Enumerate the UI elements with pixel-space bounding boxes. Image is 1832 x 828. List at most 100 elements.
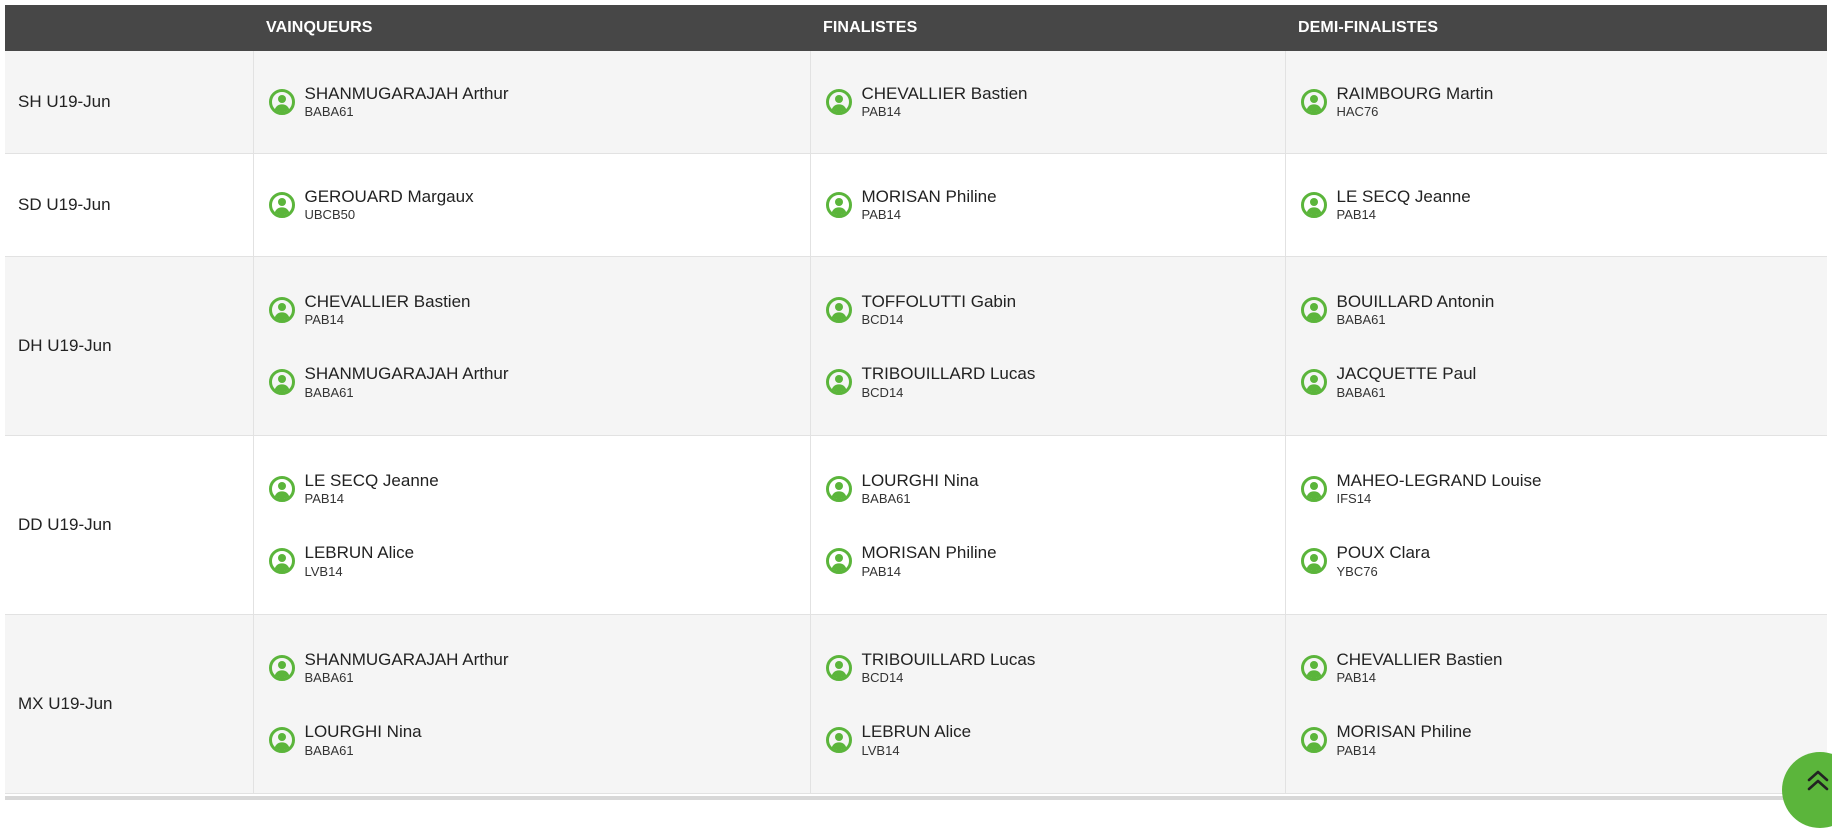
player-club: PAB14 — [1336, 742, 1377, 758]
player-name[interactable]: CHEVALLIER Bastien — [862, 84, 1028, 104]
player-name[interactable]: CHEVALLIER Bastien — [1337, 650, 1503, 670]
player-text: MORISAN Philine PAB14 — [862, 543, 997, 579]
player-text: MORISAN Philine PAB14 — [1337, 722, 1472, 758]
table-row: SH U19-Jun SHANMUGARAJAH Arthur BABA61 CHEV… — [5, 51, 1827, 154]
player-entry[interactable]: LOURGHI Nina BABA61 — [824, 461, 1285, 517]
player-entry[interactable]: SHANMUGARAJAH Arthur BABA61 — [267, 640, 810, 696]
player-entry[interactable]: CHEVALLIER Bastien PAB14 — [267, 282, 810, 338]
player-entry[interactable]: TOFFOLUTTI Gabin BCD14 — [824, 282, 1285, 338]
player-name[interactable]: LEBRUN Alice — [305, 543, 415, 563]
user-circle-icon — [269, 297, 295, 323]
player-club: BABA61 — [304, 742, 354, 758]
player-name[interactable]: LE SECQ Jeanne — [1337, 187, 1471, 207]
player-entry[interactable]: LOURGHI Nina BABA61 — [267, 712, 810, 768]
semifinalists-cell: CHEVALLIER Bastien PAB14 MORISAN Philine PA… — [1285, 614, 1828, 794]
player-entry[interactable]: LEBRUN Alice LVB14 — [824, 712, 1285, 768]
player-name[interactable]: MORISAN Philine — [862, 187, 997, 207]
player-text: JACQUETTE Paul BABA61 — [1337, 364, 1477, 400]
table-body: SH U19-Jun SHANMUGARAJAH Arthur BABA61 CHEV… — [5, 51, 1827, 794]
player-entry[interactable]: SHANMUGARAJAH Arthur BABA61 — [267, 354, 810, 410]
player-entry[interactable]: MORISAN Philine PAB14 — [1299, 712, 1828, 768]
player-entry[interactable]: LEBRUN Alice LVB14 — [267, 533, 810, 589]
user-circle-icon — [826, 727, 852, 753]
table-row: SD U19-Jun GEROUARD Margaux UBCB50 MORISAN … — [5, 153, 1828, 257]
player-name[interactable]: TOFFOLUTTI Gabin — [862, 292, 1017, 312]
user-circle-icon — [826, 548, 852, 574]
player-entry[interactable]: GEROUARD Margaux UBCB50 — [267, 177, 810, 233]
player-text: SHANMUGARAJAH Arthur BABA61 — [305, 364, 509, 400]
player-name[interactable]: JACQUETTE Paul — [1337, 364, 1477, 384]
player-name[interactable]: TRIBOUILLARD Lucas — [862, 364, 1036, 384]
player-club: BABA61 — [304, 104, 354, 120]
player-entry[interactable]: MORISAN Philine PAB14 — [824, 533, 1285, 589]
player-club: BCD14 — [861, 670, 904, 686]
user-circle-icon — [1301, 192, 1327, 218]
winners-cell: SHANMUGARAJAH Arthur BABA61 — [253, 51, 811, 154]
player-entry[interactable]: RAIMBOURG Martin HAC76 — [1299, 74, 1828, 130]
player-text: MAHEO-LEGRAND Louise IFS14 — [1337, 471, 1542, 507]
user-circle-icon — [269, 655, 295, 681]
player-text: LE SECQ Jeanne PAB14 — [1337, 187, 1471, 223]
player-name[interactable]: LOURGHI Nina — [305, 722, 422, 742]
player-club: PAB14 — [861, 104, 902, 120]
player-entry[interactable]: CHEVALLIER Bastien PAB14 — [1299, 640, 1828, 696]
player-name[interactable]: SHANMUGARAJAH Arthur — [305, 84, 509, 104]
player-name[interactable]: LEBRUN Alice — [862, 722, 972, 742]
player-entry[interactable]: MORISAN Philine PAB14 — [824, 177, 1285, 233]
player-club: PAB14 — [304, 312, 345, 328]
header-winners: VAINQUEURS — [253, 5, 810, 51]
player-entry[interactable]: TRIBOUILLARD Lucas BCD14 — [824, 354, 1285, 410]
player-name[interactable]: MORISAN Philine — [862, 543, 997, 563]
header-finalists: FINALISTES — [810, 5, 1285, 51]
player-text: BOUILLARD Antonin BABA61 — [1337, 292, 1495, 328]
user-circle-icon — [1301, 548, 1327, 574]
player-club: PAB14 — [861, 207, 902, 223]
user-circle-icon — [269, 476, 295, 502]
player-name[interactable]: BOUILLARD Antonin — [1337, 292, 1495, 312]
player-club: BABA61 — [304, 384, 354, 400]
semifinalists-cell: BOUILLARD Antonin BABA61 JACQUETTE Paul BAB… — [1285, 256, 1828, 436]
player-text: LOURGHI Nina BABA61 — [862, 471, 979, 507]
category-cell: MX U19-Jun — [5, 614, 254, 794]
player-entry[interactable]: JACQUETTE Paul BABA61 — [1299, 354, 1828, 410]
player-text: LE SECQ Jeanne PAB14 — [305, 471, 439, 507]
semifinalists-cell: LE SECQ Jeanne PAB14 — [1285, 153, 1828, 257]
finalists-cell: TOFFOLUTTI Gabin BCD14 TRIBOUILLARD Lucas B… — [810, 256, 1286, 436]
player-entry[interactable]: SHANMUGARAJAH Arthur BABA61 — [267, 74, 810, 130]
player-name[interactable]: SHANMUGARAJAH Arthur — [305, 364, 509, 384]
player-name[interactable]: MAHEO-LEGRAND Louise — [1337, 471, 1542, 491]
player-entry[interactable]: TRIBOUILLARD Lucas BCD14 — [824, 640, 1285, 696]
player-name[interactable]: CHEVALLIER Bastien — [305, 292, 471, 312]
user-circle-icon — [269, 727, 295, 753]
player-club: HAC76 — [1336, 104, 1379, 120]
winners-cell: GEROUARD Margaux UBCB50 — [253, 153, 811, 257]
player-club: IFS14 — [1336, 491, 1372, 507]
finalists-cell: CHEVALLIER Bastien PAB14 — [810, 51, 1286, 154]
player-entry[interactable]: BOUILLARD Antonin BABA61 — [1299, 282, 1828, 338]
player-name[interactable]: POUX Clara — [1337, 543, 1431, 563]
player-entry[interactable]: POUX Clara YBC76 — [1299, 533, 1828, 589]
player-club: UBCB50 — [304, 207, 356, 223]
player-name[interactable]: RAIMBOURG Martin — [1337, 84, 1494, 104]
player-name[interactable]: LOURGHI Nina — [862, 471, 979, 491]
player-entry[interactable]: LE SECQ Jeanne PAB14 — [267, 461, 810, 517]
player-name[interactable]: TRIBOUILLARD Lucas — [862, 650, 1036, 670]
player-entry[interactable]: CHEVALLIER Bastien PAB14 — [824, 74, 1285, 130]
user-circle-icon — [269, 548, 295, 574]
semifinalists-cell: RAIMBOURG Martin HAC76 — [1285, 51, 1827, 154]
user-circle-icon — [1301, 297, 1327, 323]
user-circle-icon — [826, 476, 852, 502]
user-circle-icon — [826, 297, 852, 323]
player-club: YBC76 — [1336, 563, 1378, 579]
player-text: CHEVALLIER Bastien PAB14 — [862, 84, 1028, 120]
user-circle-icon — [1301, 89, 1327, 115]
player-name[interactable]: GEROUARD Margaux — [305, 187, 474, 207]
player-name[interactable]: MORISAN Philine — [1337, 722, 1472, 742]
player-entry[interactable]: LE SECQ Jeanne PAB14 — [1299, 177, 1828, 233]
player-club: BABA61 — [1336, 312, 1386, 328]
player-name[interactable]: SHANMUGARAJAH Arthur — [305, 650, 509, 670]
player-club: PAB14 — [1336, 670, 1377, 686]
player-name[interactable]: LE SECQ Jeanne — [305, 471, 439, 491]
player-club: PAB14 — [861, 563, 902, 579]
player-entry[interactable]: MAHEO-LEGRAND Louise IFS14 — [1299, 461, 1828, 517]
